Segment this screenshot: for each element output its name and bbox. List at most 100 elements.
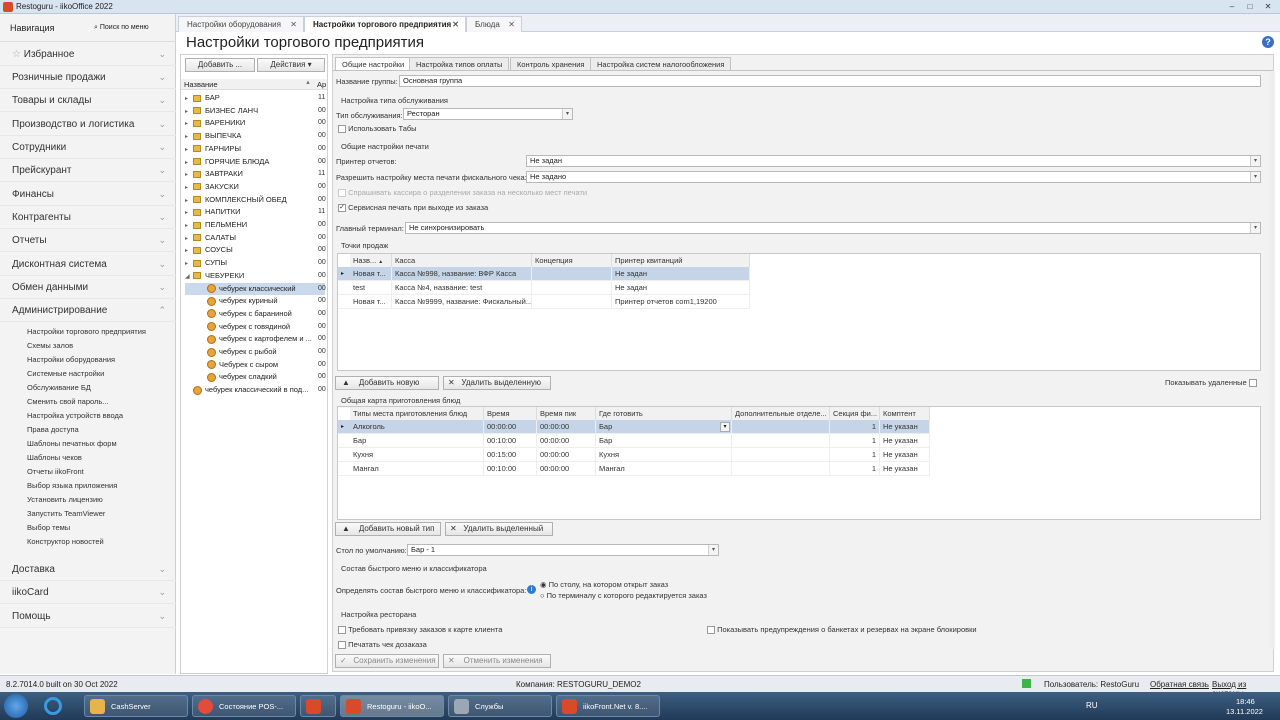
feedback-link[interactable]: Обратная связь [1150,680,1209,689]
table-row[interactable]: Бар 00:10:00 00:00:00 Бар 1 Не указан [338,434,930,448]
delete-pos-button[interactable]: ✕ Удалить выделенную [443,376,551,390]
table-cell[interactable] [732,462,830,476]
admin-item[interactable]: Схемы залов [27,339,73,353]
table-cell[interactable]: Не указан [880,448,930,462]
default-table-select[interactable]: Бар - 1 ▾ [407,544,719,556]
pos-col-printer[interactable]: Принтер квитанций [612,254,750,267]
table-cell[interactable] [532,267,612,281]
table-cell[interactable]: Мангал [350,462,484,476]
checkbox[interactable] [1248,379,1257,388]
tree-item[interactable]: чебурек с рыбой 00 [185,346,326,359]
tree-item[interactable]: ▸ СУПЫ 00 [185,257,326,270]
taskbar-chrome[interactable]: Состояние POS-... [192,695,296,717]
table-cell[interactable]: Бар [596,434,732,448]
admin-item[interactable]: Системные настройки [27,367,104,381]
quick-menu-opt2[interactable]: ○ По терминалу с которого редактируется … [540,591,707,600]
table-cell[interactable] [732,448,830,462]
prep-col-comp[interactable]: Комптент [880,407,930,420]
tab-general[interactable]: Общие настройки [335,57,412,70]
group-name-field[interactable]: Основная группа [399,75,1261,87]
tree-item[interactable]: чебурек с бараниной 00 [185,308,326,321]
report-printer-select[interactable]: Не задан ▾ [526,155,1261,167]
ask-cashier-option[interactable]: Спрашивать кассира о разделении заказа н… [338,188,587,198]
tree-item[interactable]: чебурек классический 00 [185,282,326,296]
tab-enterprise-settings[interactable]: Настройки торгового предприятия ✕ [304,16,466,32]
table-cell[interactable]: test [350,281,392,295]
table-row[interactable]: Новая т... Касса №9999, название: Фискаль… [338,295,750,309]
restaurant-opt3[interactable]: Показывать предупреждения о банкетах и р… [707,625,977,635]
quick-menu-opt1[interactable]: ◉ По столу, на котором открыт заказ [540,580,668,589]
tab-storage-control[interactable]: Контроль хранения [510,57,592,70]
nav-section-exchange[interactable]: Обмен данными ⌄ [0,276,176,299]
admin-item[interactable]: Выбор темы [27,521,70,535]
nav-section-retail[interactable]: Розничные продажи ⌄ [0,66,176,89]
table-cell[interactable]: Не указан [880,462,930,476]
scrollbar[interactable] [1269,71,1275,649]
table-cell[interactable]: 00:15:00 [484,448,537,462]
nav-section-delivery[interactable]: Доставка ⌄ [0,558,176,581]
table-cell[interactable]: 00:10:00 [484,434,537,448]
pos-col-cash[interactable]: Касса [392,254,532,267]
table-cell[interactable]: 1 [830,420,880,434]
save-button[interactable]: ✓ Сохранить изменения [335,654,439,668]
close-button[interactable]: ✕ [1262,2,1274,12]
table-cell[interactable]: 1 [830,462,880,476]
restaurant-opt1[interactable]: Требовать привязку заказов к карте клиен… [338,625,502,635]
admin-item[interactable]: Запустить TeamViewer [27,507,105,521]
admin-item[interactable]: Настройки оборудования [27,353,115,367]
table-row[interactable]: test Касса №4, название: test Не задан [338,281,750,295]
nav-section-finance[interactable]: Финансы ⌄ [0,183,176,206]
admin-item[interactable]: Шаблоны чеков [27,451,82,465]
tab-equipment-settings[interactable]: Настройки оборудования ✕ [178,16,304,32]
table-cell[interactable]: Не указан [880,420,930,434]
nav-section-admin[interactable]: Администрирование ⌃ [0,299,176,322]
tree-item[interactable]: чебурек с картофелем и ... 00 [185,333,326,346]
admin-item[interactable]: Настройки торгового предприятия [27,325,146,339]
delete-type-button[interactable]: ✕ Удалить выделенный [445,522,553,536]
table-row[interactable]: ▸ Алкоголь 00:00:00 00:00:00 Бар 1 Не указан ▾ [338,420,930,434]
tree-item[interactable]: ▸ БАР 11 [185,92,325,105]
table-cell[interactable]: 00:10:00 [484,462,537,476]
table-cell[interactable]: 00:00:00 [484,420,537,434]
tree-item[interactable]: чебурек куриный 00 [185,295,326,308]
service-print-option[interactable]: ✓ Сервисная печать при выходе из заказа [338,203,488,213]
actions-button[interactable]: Действия ▾ [257,58,325,72]
tree-item[interactable]: ▸ ВАРЕНИКИ 00 [185,117,326,130]
admin-item[interactable]: Обслуживание БД [27,381,91,395]
nav-section-favorites[interactable]: ☆ Избранное ⌄ [0,43,176,66]
cancel-button[interactable]: ✕ Отменить изменения [443,654,551,668]
tree-item[interactable]: ▸ ЗАВТРАКИ 11 [185,168,325,181]
restaurant-opt2[interactable]: Печатать чек дозаказа [338,640,427,650]
checkbox[interactable] [338,125,346,134]
add-type-button[interactable]: ▲ Добавить новый тип [335,522,441,536]
tree-item[interactable]: ▸ ГОРЯЧИЕ БЛЮДА 00 [185,156,326,169]
main-terminal-select[interactable]: Не синхронизировать ▾ [405,222,1261,234]
table-cell[interactable]: 00:00:00 [537,462,596,476]
pos-col-concept[interactable]: Концепция [532,254,612,267]
nav-section-contractors[interactable]: Контрагенты ⌄ [0,206,176,229]
tree-item[interactable]: ▸ БИЗНЕС ЛАНЧ 00 [185,105,326,118]
table-cell[interactable]: Кухня [596,448,732,462]
tab-tax-systems[interactable]: Настройка систем налогообложения [590,57,732,70]
table-cell[interactable]: Кухня [350,448,484,462]
checkbox[interactable] [338,641,346,650]
table-cell[interactable]: Не задан [612,267,750,281]
service-type-select[interactable]: Ресторан ▾ [403,108,573,120]
add-button[interactable]: Добавить ... [185,58,255,72]
table-cell[interactable]: Бар [596,420,732,434]
nav-section-discount[interactable]: Дисконтная система ⌄ [0,253,176,276]
tree-item[interactable]: ▸ НАПИТКИ 11 [185,206,325,219]
nav-section-goods[interactable]: Товары и склады ⌄ [0,89,176,112]
table-cell[interactable]: 00:00:00 [537,448,596,462]
info-icon[interactable]: i [527,585,536,594]
table-cell[interactable]: 1 [830,434,880,448]
table-row[interactable]: Кухня 00:15:00 00:00:00 Кухня 1 Не указан [338,448,930,462]
table-cell[interactable]: Касса №4, название: test [392,281,532,295]
admin-item[interactable]: Установить лицензию [27,493,103,507]
admin-item[interactable]: Отчеты iikoFront [27,465,84,479]
nav-section-help[interactable]: Помощь ⌄ [0,605,176,628]
table-cell[interactable]: 00:00:00 [537,420,596,434]
menu-search[interactable]: ⌕ Поиск по меню [94,24,149,32]
close-icon[interactable]: ✕ [290,17,297,33]
tab-dishes[interactable]: Блюда ✕ [466,16,522,32]
